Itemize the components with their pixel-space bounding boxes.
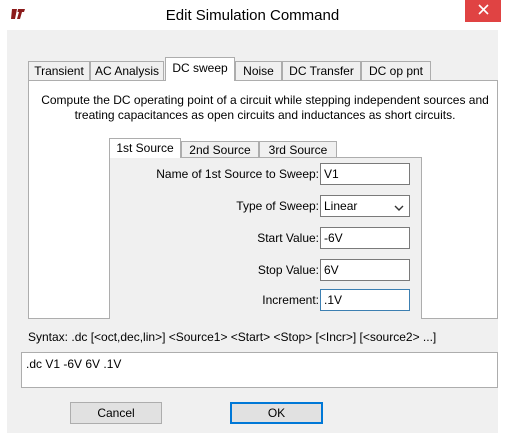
tab-label: 3rd Source — [268, 143, 328, 157]
description: Compute the DC operating point of a circ… — [39, 93, 491, 123]
cancel-button[interactable]: Cancel — [70, 402, 162, 424]
description-line: Compute the DC operating point of a circ… — [41, 93, 489, 107]
dc-sweep-panel: Compute the DC operating point of a circ… — [28, 80, 498, 319]
tab-ac-analysis[interactable]: AC Analysis — [90, 61, 164, 80]
tab-label: DC sweep — [172, 61, 228, 75]
tab-noise[interactable]: Noise — [235, 61, 282, 80]
tab-label: AC Analysis — [94, 64, 160, 78]
close-button[interactable] — [465, 0, 501, 22]
sweep-type-select[interactable]: Linear — [320, 195, 410, 217]
tab-transient[interactable]: Transient — [28, 61, 90, 80]
close-icon — [477, 4, 489, 18]
tab-label: 2nd Source — [189, 143, 251, 157]
command-textbox[interactable]: .dc V1 -6V 6V .1V — [21, 352, 498, 388]
description-line: treating capacitances as open circuits a… — [74, 108, 456, 122]
syntax-hint: Syntax: .dc [<oct,dec,lin>] <Source1> <S… — [28, 330, 437, 344]
increment-input[interactable] — [320, 289, 410, 311]
window-title: Edit Simulation Command — [165, 7, 340, 24]
chevron-down-icon — [394, 201, 404, 215]
increment-label: Increment: — [262, 293, 319, 307]
sweep-type-value: Linear — [324, 199, 358, 213]
start-value-label: Start Value: — [257, 231, 319, 245]
source-name-label: Name of 1st Source to Sweep: — [156, 167, 319, 181]
tab-1st-source[interactable]: 1st Source — [109, 138, 181, 158]
source-panel: Name of 1st Source to Sweep: Type of Swe… — [109, 157, 422, 319]
tab-dc-sweep[interactable]: DC sweep — [165, 57, 235, 81]
source-name-input[interactable] — [320, 163, 410, 185]
tab-label: DC op pnt — [368, 64, 424, 78]
title-bar: Edit Simulation Command — [0, 0, 505, 30]
ok-button[interactable]: OK — [230, 402, 323, 424]
tab-label: Noise — [243, 64, 274, 78]
tab-label: Transient — [34, 64, 84, 78]
start-value-input[interactable] — [320, 227, 410, 249]
tab-dc-transfer[interactable]: DC Transfer — [282, 61, 361, 80]
tab-2nd-source[interactable]: 2nd Source — [181, 141, 259, 158]
stop-value-input[interactable] — [320, 259, 410, 281]
tab-label: DC Transfer — [289, 64, 354, 78]
tab-3rd-source[interactable]: 3rd Source — [259, 141, 337, 158]
tab-label: 1st Source — [116, 141, 174, 155]
stop-value-label: Stop Value: — [257, 263, 319, 277]
tab-dc-op-pnt[interactable]: DC op pnt — [361, 61, 431, 80]
sweep-type-label: Type of Sweep: — [236, 199, 319, 213]
